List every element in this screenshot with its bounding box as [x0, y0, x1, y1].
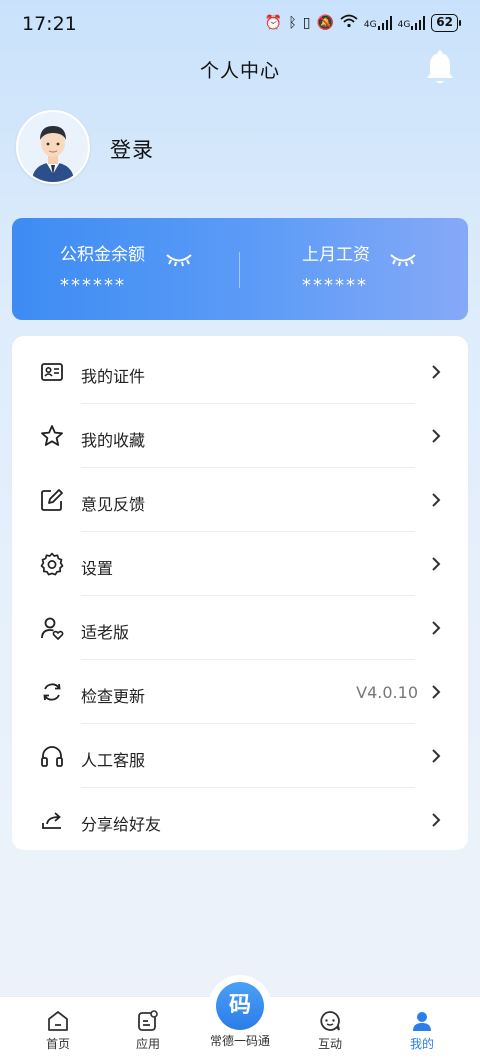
menu-label: 意见反馈 [81, 495, 146, 514]
chevron-right-icon [429, 556, 443, 572]
login-link[interactable]: 登录 [110, 134, 154, 164]
salary-value: ****** [302, 275, 368, 296]
tab-changde-code[interactable]: 常德一码通 [190, 1032, 290, 1049]
menu-label: 分享给好友 [81, 815, 162, 834]
menu-label: 我的收藏 [81, 431, 146, 450]
chevron-right-icon [429, 492, 443, 508]
user-icon [410, 1009, 434, 1033]
menu-label: 适老版 [81, 623, 130, 642]
chevron-right-icon [429, 684, 443, 700]
tab-mine[interactable]: 我的 [382, 1009, 462, 1052]
menu-item-elder-mode[interactable]: 适老版 [12, 596, 468, 660]
menu-item-settings[interactable]: 设置 [12, 532, 468, 596]
page-title: 个人中心 [199, 60, 280, 82]
version-value: V4.0.10 [356, 683, 418, 702]
chevron-right-icon [429, 748, 443, 764]
elder-user-icon [39, 615, 65, 641]
bluetooth-icon: ᛒ [288, 15, 297, 31]
home-icon [46, 1009, 70, 1033]
share-icon [39, 807, 65, 833]
chevron-right-icon [429, 812, 443, 828]
menu-label: 检查更新 [81, 687, 146, 706]
mute-icon: 🔕 [316, 15, 334, 31]
menu-item-customer-service[interactable]: 人工客服 [12, 724, 468, 788]
last-month-salary[interactable]: 上月工资 ****** [302, 240, 370, 296]
menu-label: 人工客服 [81, 751, 146, 770]
eye-closed-icon[interactable] [165, 252, 193, 268]
tab-home[interactable]: 首页 [18, 1009, 98, 1052]
menu-item-check-update[interactable]: 检查更新 V4.0.10 [12, 660, 468, 724]
battery-indicator: 62 [431, 14, 461, 32]
wifi-icon [340, 14, 358, 32]
chevron-right-icon [429, 620, 443, 636]
status-icons: ⏰ ᛒ ▯ 🔕 4G 4G 62 [264, 14, 461, 32]
net-label: 4G [397, 20, 411, 30]
menu-card: 我的证件 我的收藏 意见反馈 设置 适老版 检查更新 V4.0.10 人工客服 … [12, 336, 468, 850]
edit-icon [39, 487, 65, 513]
gear-icon [39, 551, 65, 577]
tab-interaction[interactable]: 互动 [290, 1009, 370, 1052]
net-label: 4G [363, 20, 377, 30]
tab-label: 互动 [317, 1037, 342, 1051]
tab-label: 首页 [45, 1037, 70, 1051]
menu-item-share[interactable]: 分享给好友 [12, 788, 468, 852]
status-bar: 17:21 ⏰ ᛒ ▯ 🔕 4G 4G 62 [0, 0, 480, 48]
finance-card: 公积金余额 ****** 上月工资 ****** [12, 218, 468, 320]
finance-divider [239, 252, 240, 288]
menu-label: 我的证件 [81, 367, 146, 386]
housing-fund-label: 公积金余额 [60, 245, 145, 265]
eye-closed-icon[interactable] [389, 252, 417, 268]
refresh-icon [39, 679, 65, 705]
star-icon [39, 423, 65, 449]
signal-4g-icon: 4G [398, 16, 426, 30]
chat-icon [318, 1009, 342, 1033]
menu-item-feedback[interactable]: 意见反馈 [12, 468, 468, 532]
alarm-icon: ⏰ [264, 15, 283, 31]
avatar[interactable] [16, 110, 90, 184]
tab-label: 应用 [135, 1037, 160, 1051]
status-time: 17:21 [22, 13, 77, 35]
signal-4g-icon: 4G [364, 16, 392, 30]
menu-label: 设置 [81, 559, 114, 578]
apps-icon [136, 1009, 160, 1033]
id-card-icon [39, 359, 65, 385]
tab-label: 我的 [409, 1037, 434, 1051]
chevron-right-icon [429, 364, 443, 380]
tab-apps[interactable]: 应用 [108, 1009, 188, 1052]
salary-label: 上月工资 [302, 245, 370, 265]
housing-fund-balance[interactable]: 公积金余额 ****** [60, 240, 145, 296]
housing-fund-value: ****** [60, 275, 126, 296]
notification-bell-icon[interactable] [424, 50, 456, 88]
qr-code-icon[interactable]: 码 [216, 982, 264, 1030]
vibrate-icon: ▯ [302, 15, 311, 31]
menu-item-my-favorites[interactable]: 我的收藏 [12, 404, 468, 468]
chevron-right-icon [429, 428, 443, 444]
menu-item-my-documents[interactable]: 我的证件 [12, 340, 468, 404]
headset-icon [39, 743, 65, 769]
